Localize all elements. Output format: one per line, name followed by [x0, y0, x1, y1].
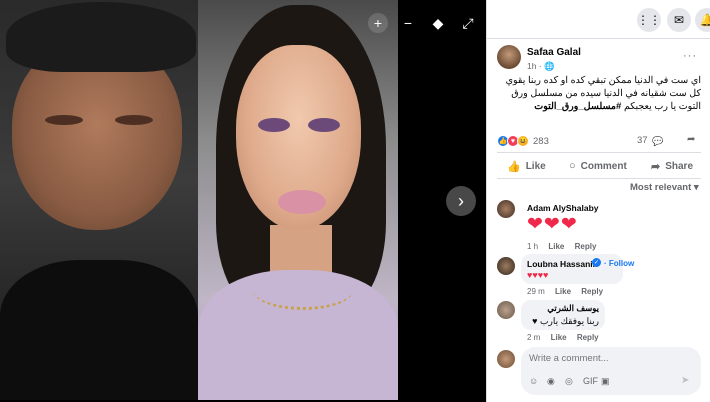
comment-reply-link[interactable]: Reply: [577, 333, 599, 342]
comment-meta: 2 m Like Reply: [527, 333, 607, 342]
comment-reply-link[interactable]: Reply: [575, 242, 597, 251]
post-side-panel: ⋮⋮ ✉ 🔔 Safaa Galal 1h · 🌐 ··· اي ست في ا…: [486, 0, 710, 402]
author-avatar[interactable]: [497, 45, 521, 69]
comment-meta: 1 h Like Reply: [527, 242, 604, 251]
commenter-name[interactable]: يوسف الشرتي: [527, 303, 599, 314]
divider: [487, 38, 710, 39]
comment-sort-dropdown[interactable]: Most relevant ▾: [630, 182, 699, 193]
comment-text: ❤❤❤: [527, 214, 578, 235]
next-photo-button[interactable]: ›: [446, 186, 476, 216]
comment-reply-link[interactable]: Reply: [581, 287, 603, 296]
gif-icon[interactable]: GIF: [583, 376, 598, 386]
comment-meta: 29 m Like Reply: [527, 287, 611, 296]
commenter-name[interactable]: Loubna Hassanin: [527, 259, 598, 269]
comment-like-link[interactable]: Like: [551, 333, 567, 342]
thumbs-up-icon: 👍: [507, 160, 521, 173]
comment-time[interactable]: 2 m: [527, 333, 540, 342]
eye: [115, 115, 153, 125]
gold-necklace: [253, 270, 353, 310]
verified-badge-icon: ✓: [592, 258, 601, 267]
post-hashtag[interactable]: #مسلسل_ورق_التوت: [534, 101, 621, 112]
post-timestamp[interactable]: 1h · 🌐: [527, 61, 555, 72]
messenger-icon[interactable]: ✉: [667, 8, 691, 32]
tag-icon[interactable]: ◆: [428, 13, 448, 33]
comment-label: Comment: [580, 160, 627, 172]
fullscreen-icon[interactable]: ⤢: [458, 13, 478, 33]
comment-count[interactable]: 37: [637, 135, 648, 146]
avatar-sticker-icon[interactable]: ◉: [547, 376, 555, 387]
globe-icon: 🌐: [544, 61, 555, 71]
eye: [308, 118, 340, 132]
comment-time[interactable]: 29 m: [527, 287, 545, 296]
share-button[interactable]: ➦ Share: [651, 158, 693, 174]
share-count-icon[interactable]: ➦: [687, 134, 695, 145]
commenter-avatar[interactable]: [497, 257, 515, 275]
camera-icon[interactable]: ◎: [565, 376, 573, 387]
black-robe: [0, 260, 198, 400]
follow-link[interactable]: · Follow: [604, 259, 634, 268]
post-text: اي ست في الدنيا ممكن تبقي كده او كده ربن…: [497, 74, 701, 113]
photo-right-half: [198, 0, 398, 400]
comment-bubble-icon: 💬: [652, 136, 664, 146]
commenter-avatar[interactable]: [497, 301, 515, 319]
more-options-icon[interactable]: ···: [683, 50, 697, 62]
divider: [497, 178, 701, 179]
post-time-text: 1h ·: [527, 61, 545, 71]
emoji-icon[interactable]: ☺: [529, 376, 538, 386]
photo-left-half: [0, 0, 198, 400]
current-user-avatar: [497, 350, 515, 368]
haha-reaction-icon: 😆: [517, 135, 529, 147]
comment-button[interactable]: ○ Comment: [569, 158, 627, 174]
comment-like-link[interactable]: Like: [548, 242, 564, 251]
eye: [45, 115, 83, 125]
like-button[interactable]: 👍 Like: [507, 158, 546, 174]
comment-input[interactable]: [529, 353, 689, 364]
like-label: Like: [525, 160, 546, 172]
head-scarf: [6, 2, 196, 72]
comment-text: ربنا يوفقك يارب ♥: [532, 316, 599, 326]
zoom-in-icon[interactable]: +: [368, 13, 388, 33]
commenter-name[interactable]: Adam AlyShalaby: [527, 203, 599, 213]
reaction-count: 283: [533, 135, 549, 147]
share-icon: ➦: [651, 160, 661, 173]
post-author-name[interactable]: Safaa Galal: [527, 47, 581, 58]
sticker-icon[interactable]: ▣: [601, 376, 610, 387]
comment-time[interactable]: 1 h: [527, 242, 538, 251]
divider: [497, 152, 701, 153]
zoom-out-icon[interactable]: −: [398, 13, 418, 33]
lips: [278, 190, 326, 214]
photo-viewer[interactable]: + − ◆ ⤢ ›: [0, 0, 486, 402]
comment-text: ♥♥♥♥: [527, 270, 549, 280]
menu-grid-icon[interactable]: ⋮⋮: [637, 8, 661, 32]
comment-composer[interactable]: ☺ ◉ ◎ GIF ▣ ➤: [521, 347, 701, 395]
send-icon[interactable]: ➤: [681, 375, 689, 386]
notifications-icon[interactable]: 🔔: [695, 8, 710, 32]
reactions-summary[interactable]: 👍 ♥ 😆 283: [497, 134, 549, 148]
comment-icon: ○: [569, 160, 576, 172]
facebook-photo-viewer: + − ◆ ⤢ › ⋮⋮ ✉ 🔔 Safaa Galal 1h · 🌐 ··· …: [0, 0, 710, 402]
eye: [258, 118, 290, 132]
commenter-avatar[interactable]: [497, 200, 515, 218]
share-label: Share: [665, 160, 694, 172]
comment-like-link[interactable]: Like: [555, 287, 571, 296]
